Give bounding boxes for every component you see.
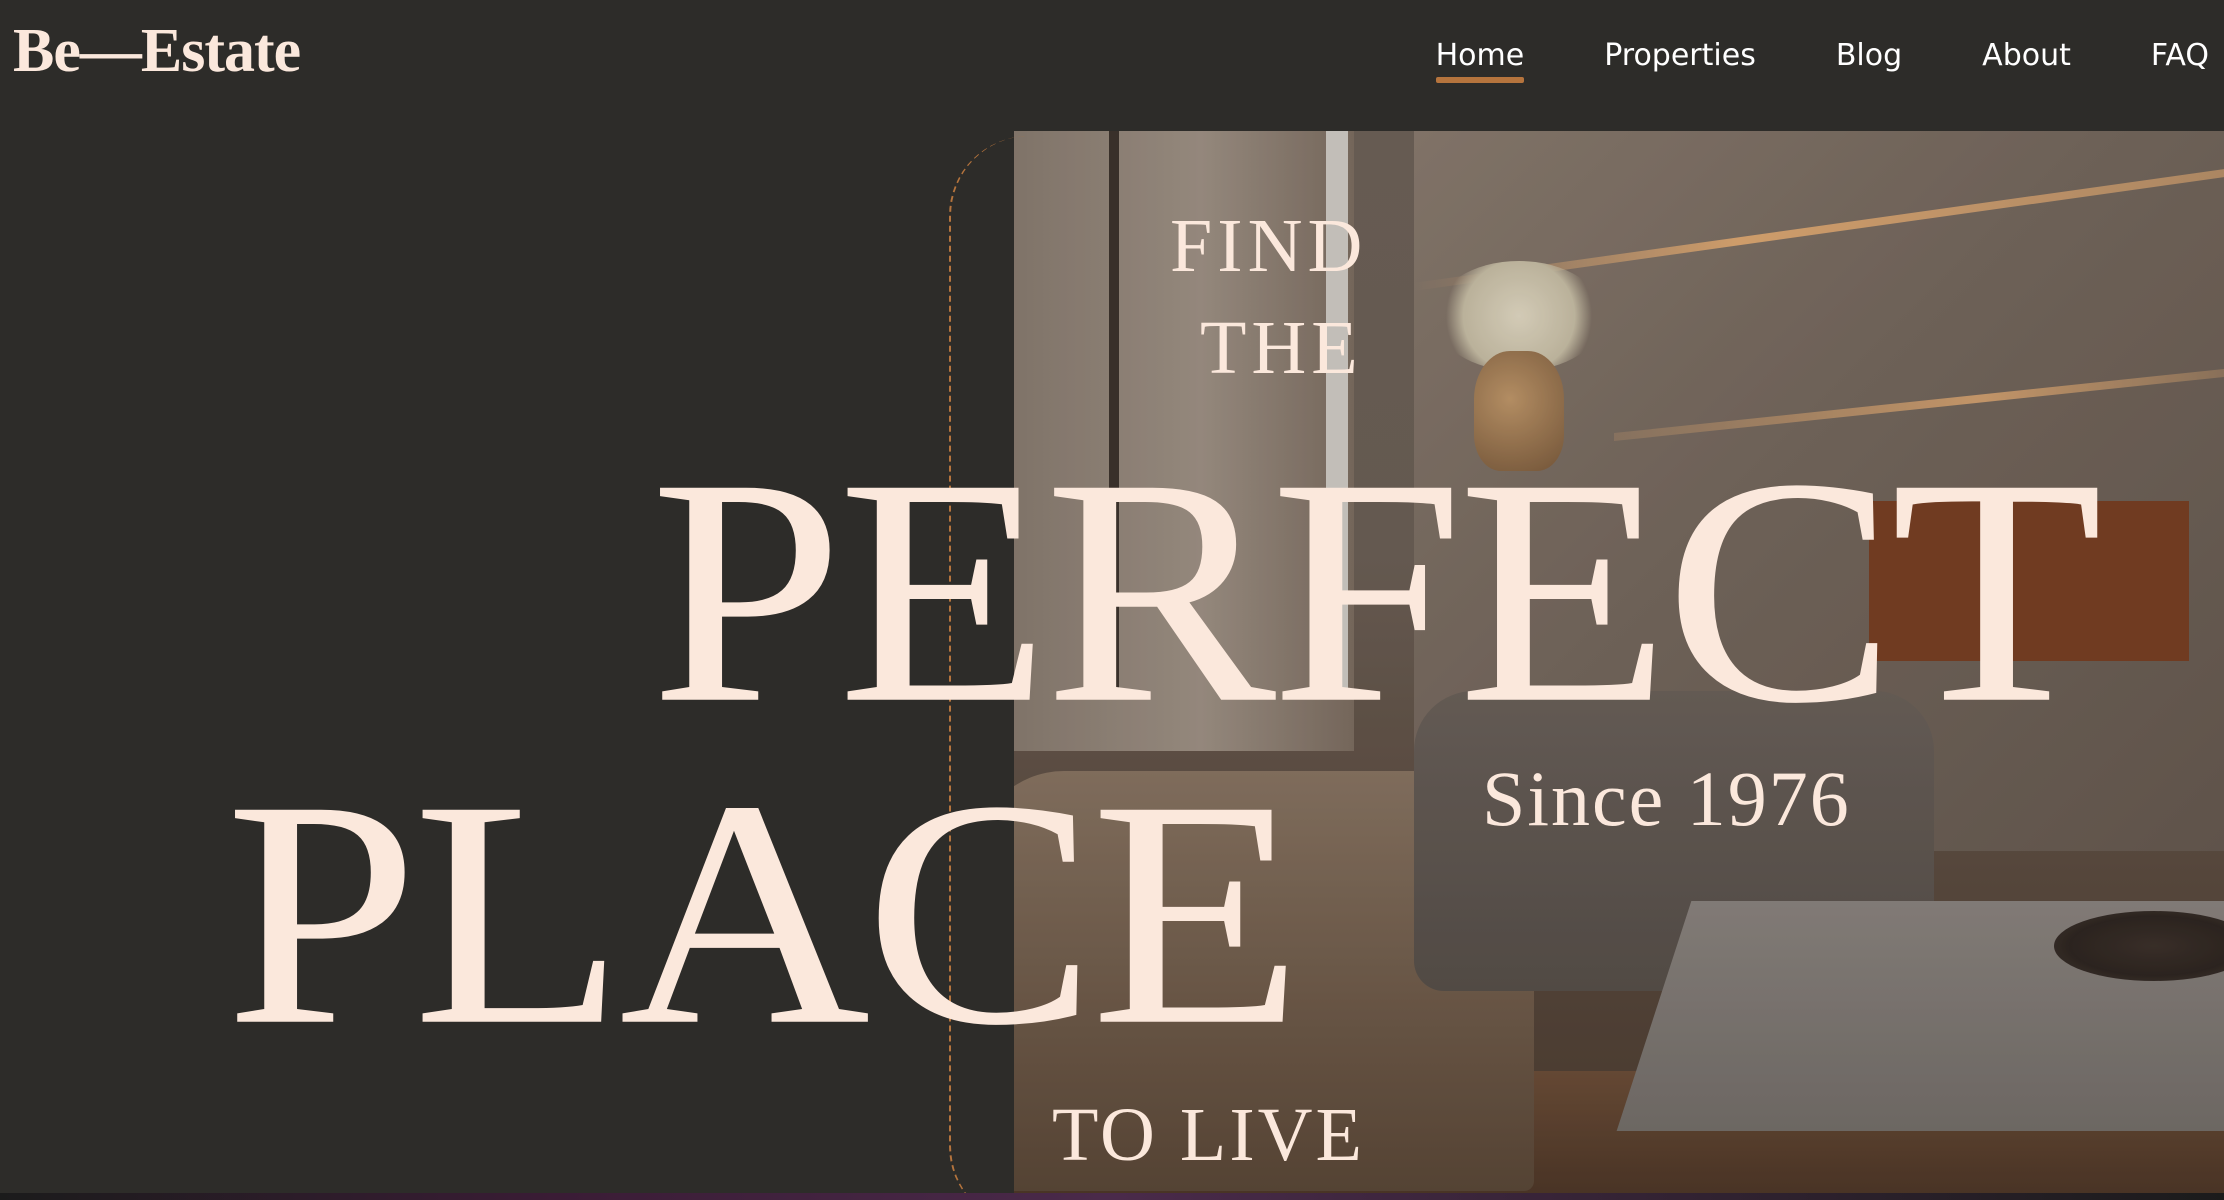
site-logo[interactable]: Be—Estate (13, 20, 301, 82)
hero-line-place: PLACE (225, 734, 1303, 1093)
hero-line-find: FIND (1170, 204, 1368, 288)
hero-line-the: THE (1200, 306, 1363, 390)
main-nav: Home Properties Blog About FAQ (1435, 38, 2209, 83)
hero-line-to-live: TO LIVE (1052, 1093, 1365, 1177)
nav-faq-link[interactable]: FAQ (2151, 38, 2209, 83)
nav-properties-link[interactable]: Properties (1604, 38, 1756, 83)
hero-since-text: Since 1976 (1482, 755, 1851, 842)
hero-line-perfect: PERFECT (650, 412, 2103, 771)
nav-about-link[interactable]: About (1982, 38, 2071, 83)
nav-blog-link[interactable]: Blog (1836, 38, 1902, 83)
nav-home-link[interactable]: Home (1435, 38, 1524, 83)
bottom-edge-strip (0, 1193, 2224, 1200)
